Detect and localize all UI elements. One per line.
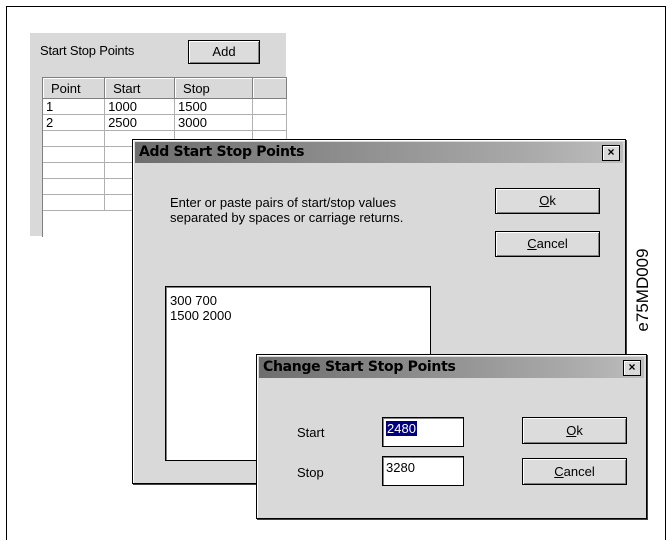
start-label: Start <box>297 425 325 440</box>
figure-code: e75MD009 <box>633 235 653 345</box>
table-cell[interactable]: 2 <box>43 114 106 131</box>
dialog-title: Add Start Stop Points <box>139 144 305 160</box>
table-cell[interactable] <box>43 178 106 195</box>
table-cell[interactable] <box>43 194 106 211</box>
cancel-accelerator: C <box>554 464 564 479</box>
column-header-point[interactable]: Point <box>43 78 106 99</box>
table-cell[interactable]: 1500 <box>174 98 254 115</box>
stop-value: 3280 <box>386 460 415 475</box>
start-input[interactable]: 2480 <box>382 417 464 447</box>
start-value: 2480 <box>386 421 417 436</box>
table-cell[interactable] <box>43 162 106 179</box>
column-header-blank <box>252 78 287 99</box>
column-header-stop[interactable]: Stop <box>174 78 254 99</box>
cancel-label-rest: ancel <box>536 236 568 251</box>
cancel-button[interactable]: Cancel <box>522 458 627 485</box>
cancel-button[interactable]: Cancel <box>495 231 600 257</box>
column-header-start[interactable]: Start <box>104 78 176 99</box>
table-cell[interactable]: 1000 <box>104 98 176 115</box>
ok-button[interactable]: Ok <box>495 188 600 214</box>
table-cell[interactable] <box>43 130 106 147</box>
title-bar[interactable]: Add Start Stop Points × <box>135 142 623 163</box>
ok-accelerator: O <box>539 193 550 208</box>
table-row[interactable]: 1 1000 1500 <box>43 98 287 115</box>
figure-code-text: e75MD009 <box>633 248 652 332</box>
cancel-accelerator: C <box>527 236 537 251</box>
ok-label-rest: k <box>576 423 583 438</box>
change-start-stop-points-dialog: Change Start Stop Points × Start 2480 St… <box>256 354 647 519</box>
table-cell[interactable]: 1 <box>43 98 106 115</box>
table-cell[interactable]: 3000 <box>174 114 254 131</box>
table-cell[interactable] <box>252 98 287 115</box>
dialog-title: Change Start Stop Points <box>263 359 456 375</box>
instructions-text: Enter or paste pairs of start/stop value… <box>170 195 404 225</box>
table-cell[interactable] <box>252 114 287 131</box>
stop-label: Stop <box>297 465 324 480</box>
add-button[interactable]: Add <box>188 40 260 64</box>
close-icon[interactable]: × <box>623 360 641 376</box>
table-cell[interactable] <box>43 146 106 163</box>
close-icon[interactable]: × <box>602 145 620 161</box>
table-cell[interactable]: 2500 <box>104 114 176 131</box>
ok-accelerator: O <box>566 423 577 438</box>
cancel-label-rest: ancel <box>563 464 595 479</box>
stop-input[interactable]: 3280 <box>382 456 464 486</box>
table-row[interactable]: 2 2500 3000 <box>43 114 287 131</box>
ok-button[interactable]: Ok <box>522 417 627 444</box>
ok-label-rest: k <box>549 193 556 208</box>
title-bar[interactable]: Change Start Stop Points × <box>259 357 644 378</box>
panel-label: Start Stop Points <box>40 43 135 58</box>
